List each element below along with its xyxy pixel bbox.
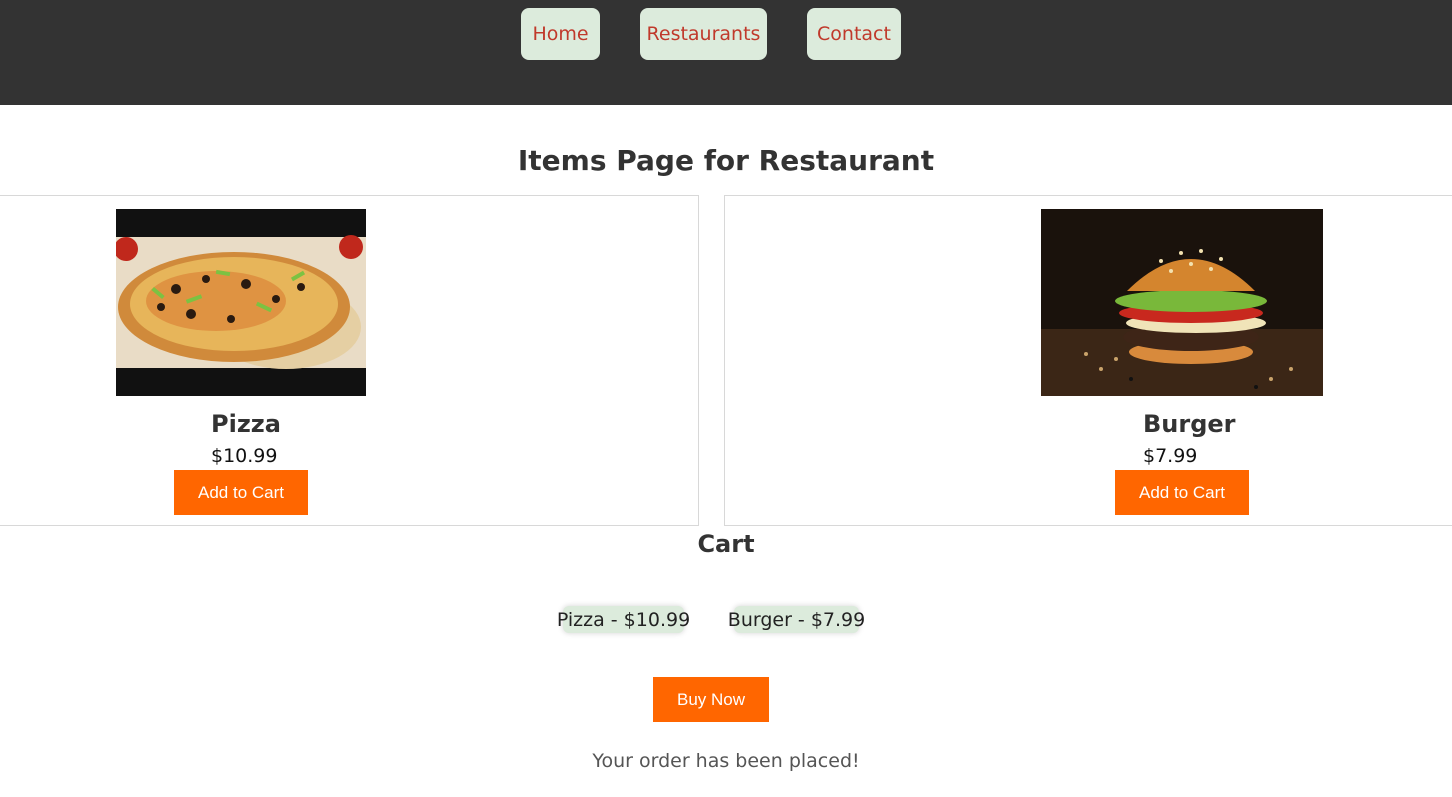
cart-item: Burger - $7.99 <box>728 606 865 633</box>
pizza-photo <box>116 209 366 396</box>
add-to-cart-button-burger[interactable]: Add to Cart <box>1115 470 1249 515</box>
nav-restaurants-button[interactable]: Restaurants <box>640 8 767 60</box>
burger-image <box>1041 209 1323 396</box>
pizza-image <box>116 209 366 396</box>
item-card-pizza: Pizza $10.99 Add to Cart <box>0 195 699 526</box>
nav-contact-button[interactable]: Contact <box>807 8 901 60</box>
top-navigation-bar: Home Restaurants Contact <box>0 0 1452 105</box>
cart-item: Pizza - $10.99 <box>557 606 690 633</box>
burger-photo <box>1041 209 1323 396</box>
item-price: $10.99 <box>211 445 278 467</box>
item-name: Pizza <box>211 410 281 438</box>
cart-title: Cart <box>697 530 755 558</box>
item-price: $7.99 <box>1143 445 1198 467</box>
item-card-burger: Burger $7.99 Add to Cart <box>724 195 1452 526</box>
buy-now-button[interactable]: Buy Now <box>653 677 769 722</box>
page-title: Items Page for Restaurant <box>517 144 935 177</box>
add-to-cart-button-pizza[interactable]: Add to Cart <box>174 470 308 515</box>
order-confirmation-message: Your order has been placed! <box>592 750 860 772</box>
nav-home-button[interactable]: Home <box>521 8 600 60</box>
item-name: Burger <box>1143 410 1236 438</box>
